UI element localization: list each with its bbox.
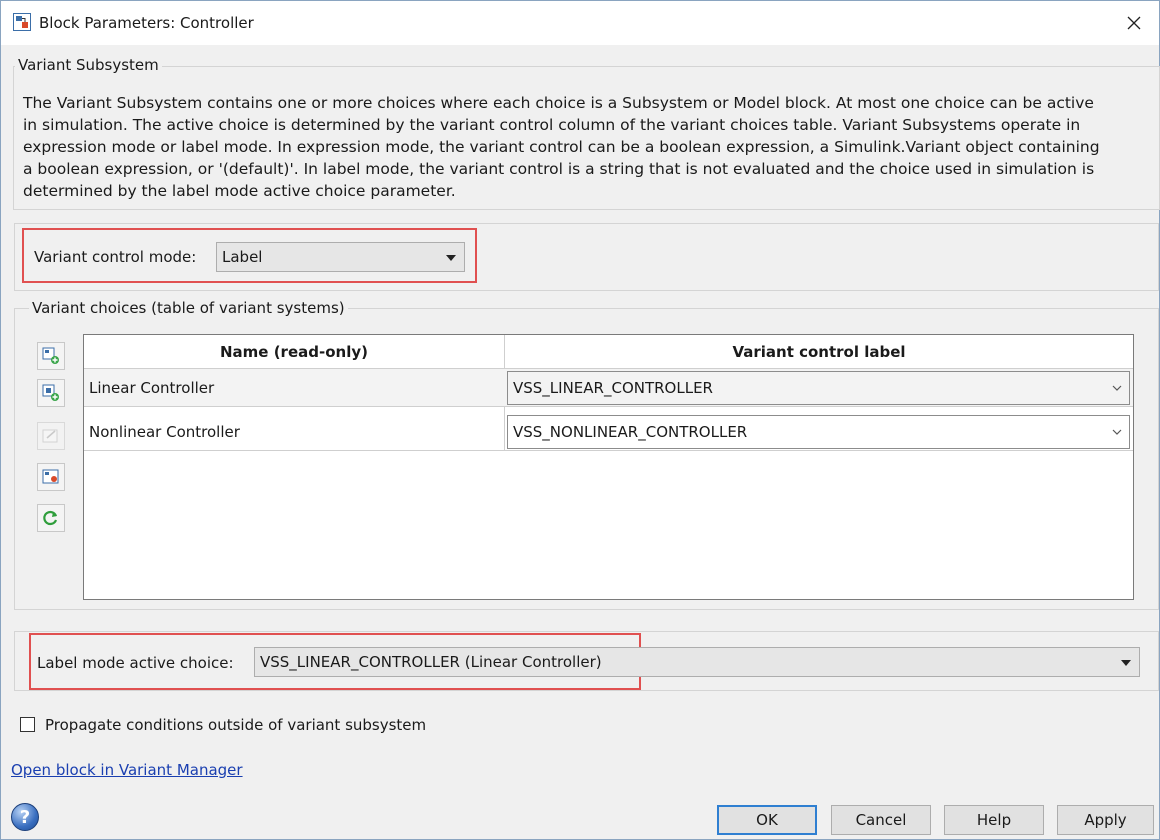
add-subsystem-choice-button[interactable] [37,342,65,370]
variant-control-label-value: VSS_NONLINEAR_CONTROLLER [513,423,748,441]
variant-subsystem-legend: Variant Subsystem [15,56,162,74]
chevron-down-icon [1112,385,1122,391]
add-model-choice-button[interactable] [37,379,65,407]
open-variant-manager-link[interactable]: Open block in Variant Manager [11,761,243,779]
variant-control-mode-select[interactable]: Label [216,242,465,272]
choice-name: Linear Controller [89,379,215,397]
close-button[interactable] [1117,8,1151,38]
description-line: a boolean expression, or '(default)'. In… [23,160,1095,178]
add-subsystem-choice-icon [42,347,59,364]
ok-button[interactable]: OK [717,805,817,835]
dialog-window: Block Parameters: Controller Variant Sub… [0,0,1160,840]
chevron-down-icon [1112,429,1122,435]
table-row[interactable]: Nonlinear Controller VSS_NONLINEAR_CONTR… [84,413,1133,451]
help-button[interactable]: Help [944,805,1044,835]
window-title: Block Parameters: Controller [39,14,254,32]
dropdown-arrow-icon [446,255,456,261]
apply-button[interactable]: Apply [1057,805,1154,835]
column-header-variant-control-label: Variant control label [505,335,1133,369]
label-mode-active-choice-label: Label mode active choice: [37,654,234,672]
refresh-icon [43,510,58,526]
description-line: determined by the label mode active choi… [23,182,456,200]
table-row[interactable]: Linear Controller VSS_LINEAR_CONTROLLER [84,369,1133,407]
label-mode-active-choice-value: VSS_LINEAR_CONTROLLER (Linear Controller… [260,653,602,671]
description-line: The Variant Subsystem contains one or mo… [23,94,1094,112]
variant-control-mode-value: Label [222,248,263,266]
variant-control-label-value: VSS_LINEAR_CONTROLLER [513,379,713,397]
description-text: The Variant Subsystem contains one or mo… [23,92,1148,202]
description-line: expression mode or label mode. In expres… [23,138,1100,156]
edit-choice-button[interactable] [37,422,65,450]
cancel-button[interactable]: Cancel [831,805,931,835]
variant-control-mode-label: Variant control mode: [34,248,197,266]
edit-choice-icon [42,429,58,443]
label-mode-active-choice-select[interactable]: VSS_LINEAR_CONTROLLER (Linear Controller… [254,647,1140,677]
variant-choices-legend: Variant choices (table of variant system… [29,299,348,317]
variant-choices-table: Name (read-only) Variant control label L… [83,334,1134,600]
column-header-name: Name (read-only) [84,335,504,369]
open-choice-button[interactable] [37,463,65,491]
open-choice-icon [42,469,59,484]
dropdown-arrow-icon [1121,660,1131,666]
close-icon [1127,16,1141,30]
title-bar: Block Parameters: Controller [1,1,1159,45]
choice-name: Nonlinear Controller [89,423,240,441]
description-line: in simulation. The active choice is dete… [23,116,1081,134]
simulink-block-icon [13,13,31,31]
refresh-button[interactable] [37,504,65,532]
propagate-conditions-label[interactable]: Propagate conditions outside of variant … [45,716,426,734]
variant-control-label-select[interactable]: VSS_NONLINEAR_CONTROLLER [507,415,1130,449]
propagate-conditions-checkbox[interactable] [20,717,35,732]
variant-control-label-select[interactable]: VSS_LINEAR_CONTROLLER [507,371,1130,405]
help-question-icon[interactable]: ? [11,803,39,831]
add-model-choice-icon [42,384,59,401]
